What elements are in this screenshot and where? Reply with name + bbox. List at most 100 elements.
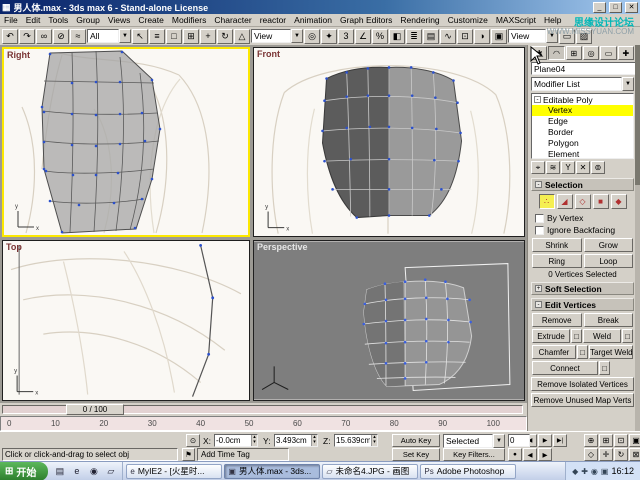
select-by-name-icon[interactable]: ≡ xyxy=(149,29,165,44)
tray-icon-2[interactable]: ✚ xyxy=(581,467,588,476)
viewport-top[interactable]: y x Top xyxy=(2,240,250,401)
dropdown-arrow-icon[interactable]: ▼ xyxy=(291,29,303,43)
object-name-field[interactable] xyxy=(531,62,640,75)
schematic-view-icon[interactable]: ⊡ xyxy=(457,29,473,44)
connect-button[interactable]: Connect xyxy=(532,361,598,375)
curve-editor-icon[interactable]: ∿ xyxy=(440,29,456,44)
stack-item-element[interactable]: Element xyxy=(532,149,633,159)
dropdown-arrow-icon[interactable]: ▼ xyxy=(493,434,505,448)
time-tag-icon[interactable]: ⚑ xyxy=(182,448,195,461)
modifier-stack[interactable]: - Editable Poly VertexEdgeBorderPolygonE… xyxy=(531,93,634,159)
undo-icon[interactable]: ↶ xyxy=(2,29,18,44)
rollout-selection[interactable]: - Selection xyxy=(531,178,634,191)
menu-animation[interactable]: Animation xyxy=(290,15,336,25)
stack-item-vertex[interactable]: Vertex xyxy=(532,105,633,116)
viewport-perspective[interactable]: Perspective xyxy=(253,240,525,401)
field-of-view-icon[interactable]: ◇ xyxy=(584,448,598,461)
set-key-button[interactable]: Set Key xyxy=(392,448,440,461)
menu-customize[interactable]: Customize xyxy=(444,15,492,25)
use-pivot-center-icon[interactable]: ◎ xyxy=(304,29,320,44)
dropdown-arrow-icon[interactable]: ▼ xyxy=(622,77,634,91)
task-myie2[interactable]: e MyIE2 - [火星时... xyxy=(126,464,222,479)
element-mode-icon[interactable]: ◆ xyxy=(611,194,627,209)
stack-item-edge[interactable]: Edge xyxy=(532,116,633,127)
y-coordinate-input[interactable] xyxy=(275,435,311,446)
selection-filter-dropdown[interactable]: All ▼ xyxy=(87,29,131,43)
rollout-edit-vertices[interactable]: - Edit Vertices xyxy=(531,298,634,311)
go-to-end-button[interactable]: ▶| xyxy=(553,434,567,447)
chamfer-settings-button[interactable]: □ xyxy=(577,345,588,359)
start-button[interactable]: ⊞ 开始 xyxy=(0,462,48,480)
menu-group[interactable]: Group xyxy=(72,15,104,25)
tray-icon-1[interactable]: ◆ xyxy=(572,467,578,476)
checkbox-box[interactable] xyxy=(535,214,544,223)
select-and-manipulate-icon[interactable]: ✦ xyxy=(321,29,337,44)
weld-settings-button[interactable]: □ xyxy=(622,329,633,343)
weld-button[interactable]: Weld xyxy=(583,329,621,343)
menu-modifiers[interactable]: Modifiers xyxy=(168,15,210,25)
menu-help[interactable]: Help xyxy=(540,15,565,25)
z-coordinate-input[interactable] xyxy=(335,435,371,446)
current-frame-field[interactable] xyxy=(508,434,530,447)
unlink-selection-icon[interactable]: ⊘ xyxy=(53,29,69,44)
selection-lock-toggle[interactable]: ⊙ xyxy=(186,434,200,447)
menu-file[interactable]: File xyxy=(0,15,22,25)
menu-create[interactable]: Create xyxy=(134,15,168,25)
ie-icon[interactable]: e xyxy=(69,464,84,479)
shrink-button[interactable]: Shrink xyxy=(532,238,582,252)
vertex-mode-icon[interactable]: ∴ xyxy=(539,194,555,209)
remove-unused-button[interactable]: Remove Unused Map Verts xyxy=(531,393,634,407)
pin-stack-icon[interactable]: ⌖ xyxy=(531,161,545,174)
ring-button[interactable]: Ring xyxy=(532,254,582,268)
track-bar[interactable]: 0102030405060708090100 xyxy=(0,416,527,431)
rollout-soft-selection[interactable]: + Soft Selection xyxy=(531,282,634,295)
z-spinner[interactable]: ▴▾ xyxy=(371,435,377,446)
media-player-icon[interactable]: ◉ xyxy=(86,464,101,479)
next-key-button[interactable]: ▶ xyxy=(538,448,552,461)
select-object-icon[interactable]: ↖ xyxy=(132,29,148,44)
reference-coordinate-dropdown[interactable]: View ▼ xyxy=(251,29,303,43)
zoom-extents-icon[interactable]: ⊡ xyxy=(614,434,628,447)
angle-snap-icon[interactable]: ∠ xyxy=(355,29,371,44)
stack-root-label[interactable]: Editable Poly xyxy=(543,95,593,105)
polygon-mode-icon[interactable]: ■ xyxy=(593,194,609,209)
ignore-backfacing-checkbox[interactable]: Ignore Backfacing xyxy=(531,224,634,236)
select-and-link-icon[interactable]: ∞ xyxy=(36,29,52,44)
by-vertex-checkbox[interactable]: By Vertex xyxy=(531,212,634,224)
stack-item-polygon[interactable]: Polygon xyxy=(532,138,633,149)
select-and-rotate-icon[interactable]: ↻ xyxy=(217,29,233,44)
viewport-label[interactable]: Perspective xyxy=(257,242,308,252)
x-coordinate-input[interactable] xyxy=(215,435,251,446)
viewport-label[interactable]: Right xyxy=(7,50,30,60)
viewport-label[interactable]: Top xyxy=(6,242,22,252)
tab-display[interactable]: ▭ xyxy=(600,46,616,60)
scrollbar-thumb[interactable] xyxy=(635,45,640,185)
remove-modifier-icon[interactable]: ✕ xyxy=(576,161,590,174)
close-button[interactable]: ✕ xyxy=(625,2,638,13)
modifier-list-dropdown[interactable]: Modifier List ▼ xyxy=(531,77,634,91)
snap-toggle-icon[interactable]: 3 xyxy=(338,29,354,44)
folder-icon[interactable]: ▱ xyxy=(103,464,118,479)
menu-tools[interactable]: Tools xyxy=(44,15,72,25)
next-frame-button[interactable]: ▶ xyxy=(538,434,552,447)
z-coordinate-field[interactable]: ▴▾ xyxy=(334,434,378,447)
previous-key-button[interactable]: ◀ xyxy=(523,448,537,461)
key-filters-button[interactable]: Key Filters... xyxy=(443,448,505,461)
pan-icon[interactable]: ✛ xyxy=(599,448,613,461)
menu-rendering[interactable]: Rendering xyxy=(396,15,443,25)
arc-rotate-icon[interactable]: ↻ xyxy=(614,448,628,461)
viewport-right[interactable]: y x Right xyxy=(2,47,250,237)
show-desktop-icon[interactable]: ▤ xyxy=(52,464,67,479)
tray-icon-3[interactable]: ◉ xyxy=(591,467,598,476)
align-icon[interactable]: ≣ xyxy=(406,29,422,44)
current-frame-input[interactable] xyxy=(509,435,529,446)
time-slider-button[interactable]: 0 / 100 xyxy=(66,404,124,415)
zoom-all-icon[interactable]: ⊞ xyxy=(599,434,613,447)
tab-motion[interactable]: ◎ xyxy=(583,46,599,60)
collapse-icon[interactable]: - xyxy=(534,96,541,103)
y-coordinate-field[interactable]: ▴▾ xyxy=(274,434,318,447)
selected-set-dropdown[interactable]: Selected ▼ xyxy=(443,434,505,448)
maximize-button[interactable]: □ xyxy=(609,2,622,13)
panel-scrollbar[interactable] xyxy=(635,45,640,431)
menu-reactor[interactable]: reactor xyxy=(256,15,290,25)
